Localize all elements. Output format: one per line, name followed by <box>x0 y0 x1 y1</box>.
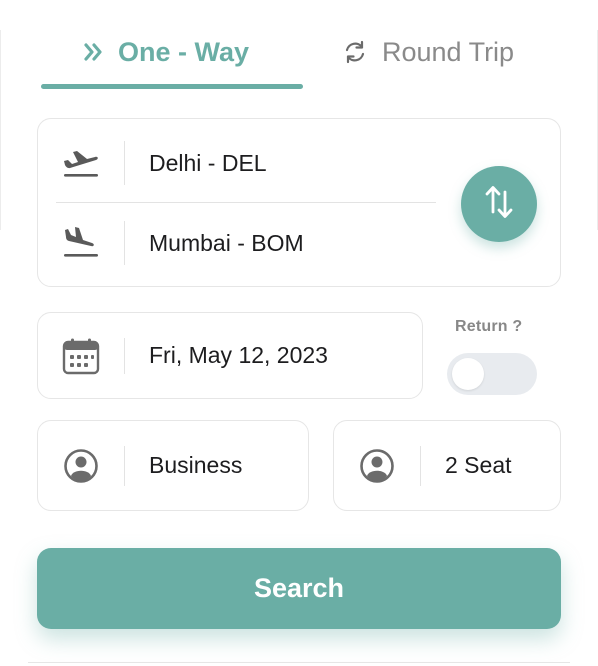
seat-count-value: 2 Seat <box>445 452 512 478</box>
flight-takeoff-icon <box>38 123 124 203</box>
search-button-label: Search <box>253 573 345 603</box>
to-separator <box>124 221 125 265</box>
tab-round-trip[interactable]: Round Trip <box>342 30 514 74</box>
cabin-class-field[interactable]: Business <box>37 420 309 511</box>
to-field[interactable]: Mumbai - BOM <box>38 203 438 283</box>
class-separator <box>124 445 125 486</box>
user-circle-icon <box>334 448 420 484</box>
date-value: Fri, May 12, 2023 <box>149 342 328 368</box>
tab-one-way[interactable]: One - Way <box>84 30 249 74</box>
from-value: Delhi - DEL <box>149 149 267 176</box>
to-value: Mumbai - BOM <box>149 229 304 256</box>
flight-landing-icon <box>38 203 124 283</box>
seat-separator <box>420 445 421 486</box>
user-circle-icon <box>38 448 124 484</box>
seat-count-field[interactable]: 2 Seat <box>333 420 561 511</box>
return-label: Return ? <box>455 318 523 335</box>
trip-type-tabs: One - Way Round Trip <box>0 0 598 95</box>
swap-route-button[interactable] <box>461 166 537 242</box>
active-tab-indicator <box>41 84 303 89</box>
from-separator <box>124 141 125 185</box>
search-button[interactable]: Search <box>37 548 561 629</box>
tab-one-way-label: One - Way <box>118 36 250 67</box>
date-separator <box>124 337 125 374</box>
double-chevron-right-icon <box>84 43 104 61</box>
route-card: Delhi - DEL Mumbai - BOM <box>37 118 561 287</box>
refresh-icon <box>342 39 368 65</box>
return-toggle[interactable] <box>447 353 537 395</box>
departure-date-field[interactable]: Fri, May 12, 2023 <box>37 312 423 399</box>
cabin-class-value: Business <box>149 452 243 478</box>
calendar-icon <box>38 337 124 375</box>
swap-vertical-icon <box>484 184 514 225</box>
bottom-divider <box>28 662 570 663</box>
from-field[interactable]: Delhi - DEL <box>38 123 438 203</box>
return-toggle-knob <box>452 358 484 390</box>
tab-round-trip-label: Round Trip <box>382 36 515 67</box>
